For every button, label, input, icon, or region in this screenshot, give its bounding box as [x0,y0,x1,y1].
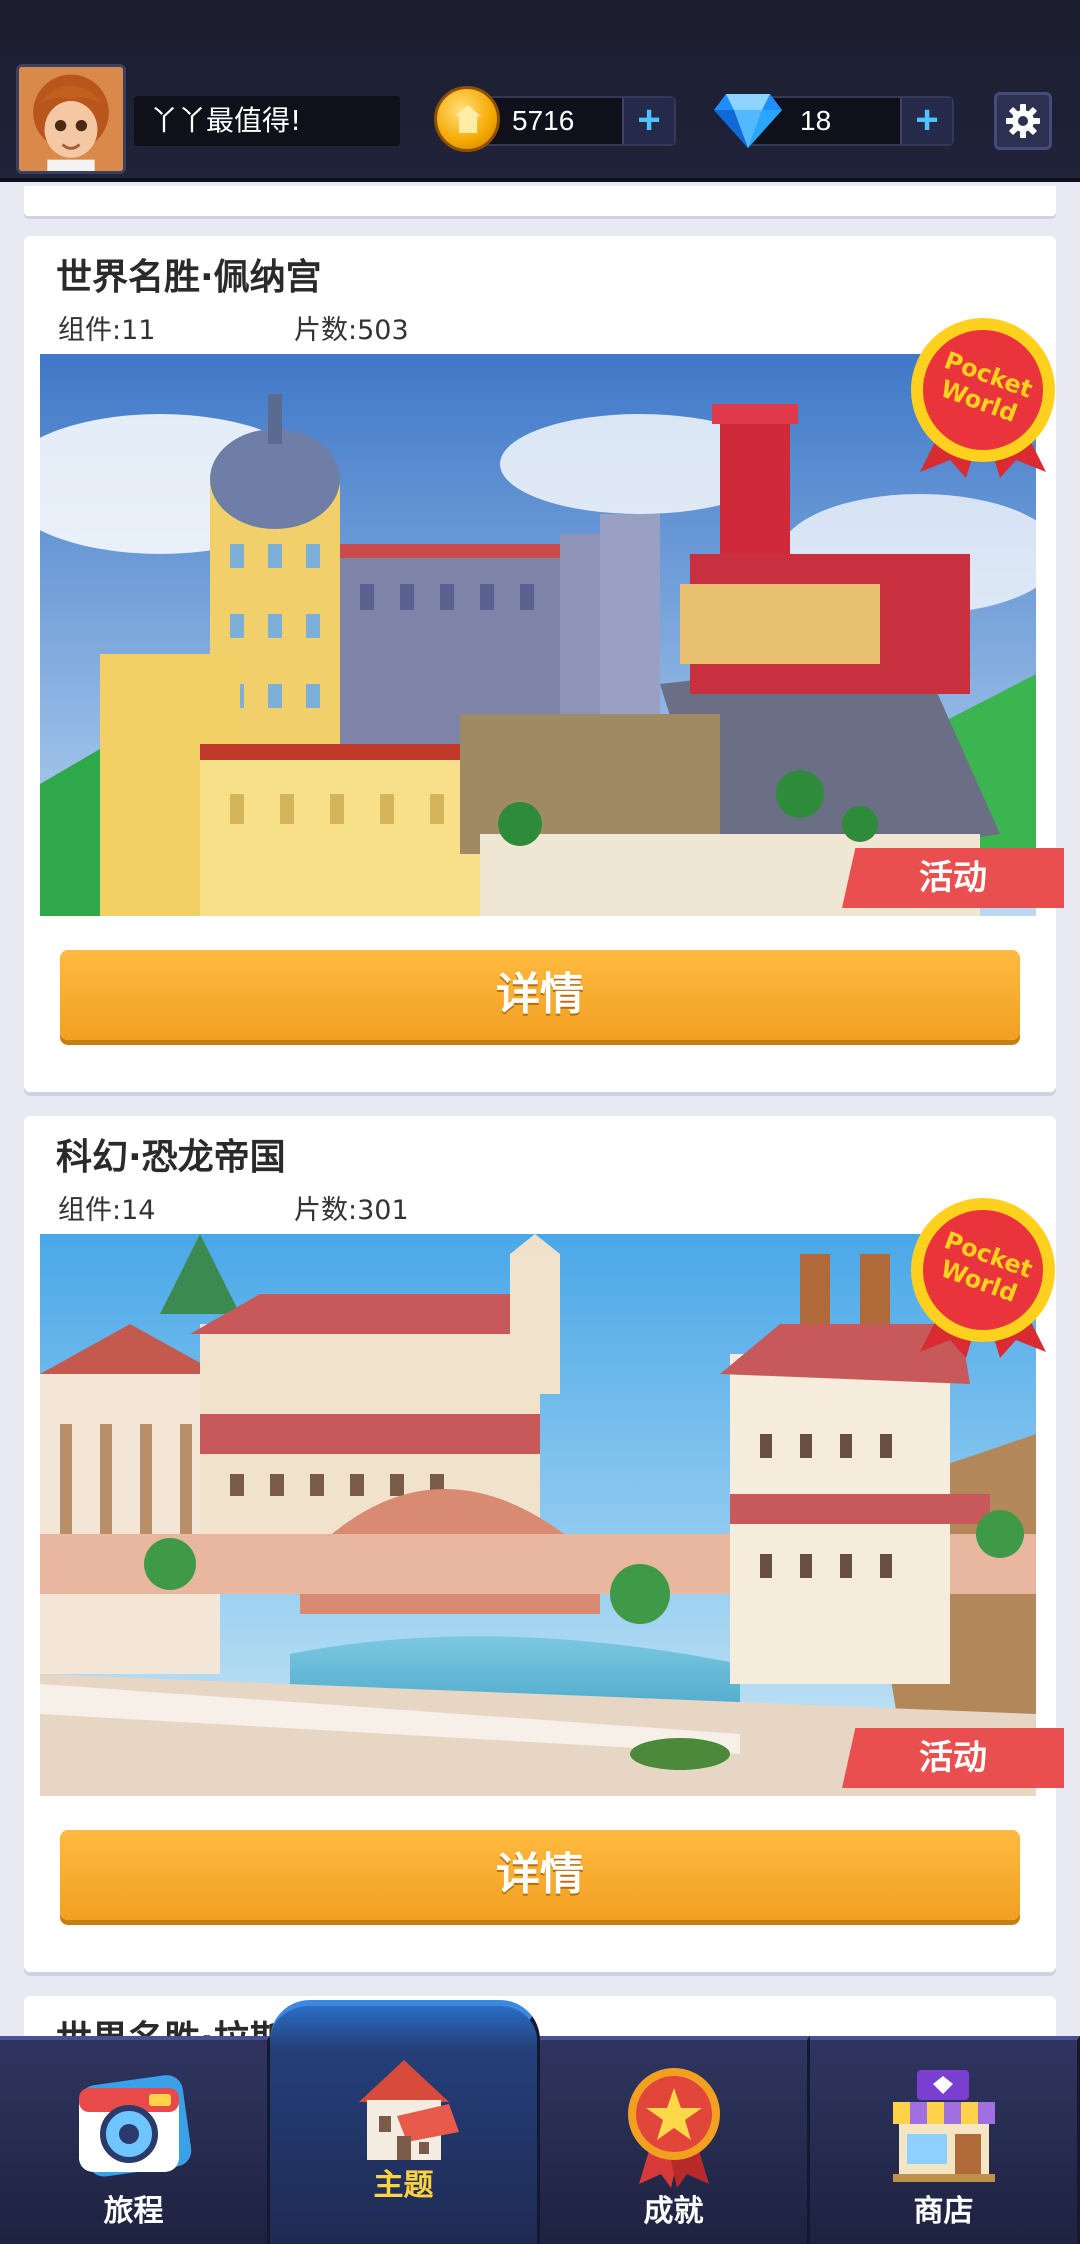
theme-preview-image[interactable] [40,354,1036,916]
house-icon [358,2060,459,2160]
theme-preview-image[interactable] [40,1234,1036,1796]
settings-button[interactable] [994,92,1052,150]
nav-tab-themes[interactable]: 主题 [270,2000,540,2244]
theme-title: 科幻·恐龙帝国 [56,1137,286,1178]
pocket-world-badge: Pocket World [911,1198,1055,1358]
details-button[interactable]: 详情 [60,1830,1020,1920]
coin-icon [434,86,500,152]
add-gems-button[interactable]: + [900,98,952,144]
gem-amount: 18 [800,105,832,136]
piece-count: 片数:301 [294,1195,409,1226]
coin-balance: 5716 + [470,96,676,146]
nav-tab-journey[interactable]: 旅程 [0,2036,270,2244]
avatar[interactable] [16,64,126,174]
nav-label: 商店 [913,2194,974,2229]
camera-icon [78,2075,191,2177]
component-count: 组件:14 [58,1195,156,1226]
details-button[interactable]: 详情 [60,950,1020,1040]
event-tag: 活动 [842,1728,1064,1788]
nav-label: 旅程 [103,2194,164,2229]
avatar-icon [19,67,123,171]
medal-icon [627,2068,720,2188]
shop-icon [892,2070,995,2182]
piece-count: 片数:503 [294,315,409,346]
next-theme-card: 世界名胜·拉斯维 [24,1996,1056,2036]
nickname: 丫丫最值得! [134,96,400,146]
theme-title: 世界名胜·佩纳宫 [56,257,322,298]
theme-card: 科幻·恐龙帝国 组件:14 片数:301 Pocket World 活动 详情 [24,1116,1064,1972]
theme-list[interactable]: 世界名胜·佩纳宫 组件:11 片数:503 Pocket World 活动 详情… [0,186,1080,2036]
theme-card: 世界名胜·佩纳宫 组件:11 片数:503 Pocket World 活动 详情 [24,236,1064,1092]
event-tag: 活动 [842,848,1064,908]
nav-label: 主题 [373,2168,434,2203]
dinosaur-empire-illustration [40,1234,1036,1796]
bottom-nav: 旅程 主题 成就 商店 [0,2000,1080,2244]
pocket-world-badge: Pocket World [911,318,1055,478]
palace-illustration [40,354,1036,916]
add-coins-button[interactable]: + [622,98,674,144]
component-count: 组件:11 [58,315,156,346]
nav-label: 成就 [643,2194,704,2229]
diamond-icon [714,94,782,148]
gear-icon [1006,104,1040,138]
nav-tab-shop[interactable]: 商店 [810,2036,1080,2244]
coin-amount: 5716 [512,105,575,136]
nav-tab-achievements[interactable]: 成就 [540,2036,810,2244]
previous-card-edge [24,186,1056,216]
top-bar: 丫丫最值得! 5716 + 18 + [0,0,1080,182]
